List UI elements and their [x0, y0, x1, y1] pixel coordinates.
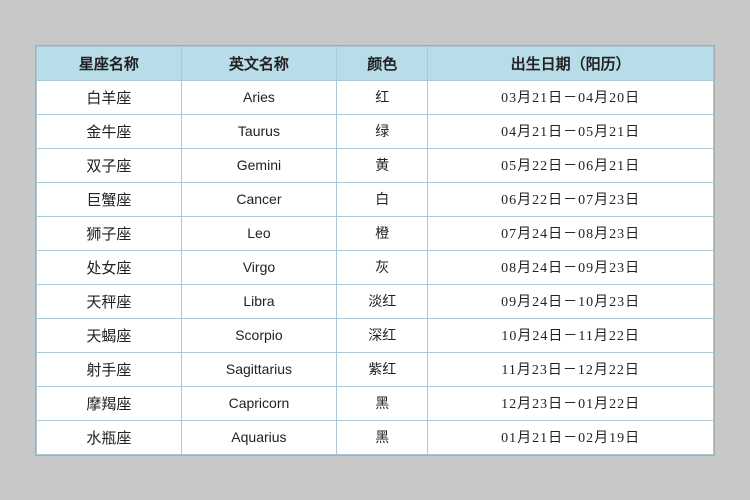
- table-cell: 金牛座: [37, 114, 182, 148]
- table-cell: 绿: [337, 114, 428, 148]
- table-cell: 10月24日－11月22日: [428, 318, 714, 352]
- table-cell: 处女座: [37, 250, 182, 284]
- table-cell: 黑: [337, 420, 428, 454]
- table-cell: 08月24日－09月23日: [428, 250, 714, 284]
- table-cell: Libra: [181, 284, 337, 318]
- table-cell: 06月22日－07月23日: [428, 182, 714, 216]
- zodiac-table-wrapper: 星座名称英文名称颜色出生日期（阳历） 白羊座Aries红03月21日－04月20…: [35, 45, 715, 456]
- table-row: 天蝎座Scorpio深红10月24日－11月22日: [37, 318, 714, 352]
- table-cell: Leo: [181, 216, 337, 250]
- table-row: 白羊座Aries红03月21日－04月20日: [37, 80, 714, 114]
- table-cell: 淡红: [337, 284, 428, 318]
- table-cell: 07月24日－08月23日: [428, 216, 714, 250]
- table-cell: 09月24日－10月23日: [428, 284, 714, 318]
- table-row: 处女座Virgo灰08月24日－09月23日: [37, 250, 714, 284]
- table-header-cell: 出生日期（阳历）: [428, 46, 714, 80]
- table-cell: 黑: [337, 386, 428, 420]
- table-cell: 白: [337, 182, 428, 216]
- zodiac-table: 星座名称英文名称颜色出生日期（阳历） 白羊座Aries红03月21日－04月20…: [36, 46, 714, 455]
- table-cell: 双子座: [37, 148, 182, 182]
- table-cell: 12月23日－01月22日: [428, 386, 714, 420]
- table-cell: 黄: [337, 148, 428, 182]
- table-cell: Aquarius: [181, 420, 337, 454]
- table-cell: Aries: [181, 80, 337, 114]
- table-cell: 射手座: [37, 352, 182, 386]
- table-cell: 04月21日－05月21日: [428, 114, 714, 148]
- table-cell: Virgo: [181, 250, 337, 284]
- table-row: 射手座Sagittarius紫红11月23日－12月22日: [37, 352, 714, 386]
- table-row: 巨蟹座Cancer白06月22日－07月23日: [37, 182, 714, 216]
- table-row: 天秤座Libra淡红09月24日－10月23日: [37, 284, 714, 318]
- table-cell: 红: [337, 80, 428, 114]
- table-cell: 紫红: [337, 352, 428, 386]
- table-body: 白羊座Aries红03月21日－04月20日金牛座Taurus绿04月21日－0…: [37, 80, 714, 454]
- table-cell: Cancer: [181, 182, 337, 216]
- table-cell: 11月23日－12月22日: [428, 352, 714, 386]
- table-cell: 03月21日－04月20日: [428, 80, 714, 114]
- table-cell: 灰: [337, 250, 428, 284]
- table-cell: 白羊座: [37, 80, 182, 114]
- table-cell: 天秤座: [37, 284, 182, 318]
- table-cell: 摩羯座: [37, 386, 182, 420]
- table-row: 水瓶座Aquarius黑01月21日－02月19日: [37, 420, 714, 454]
- table-cell: 深红: [337, 318, 428, 352]
- table-row: 双子座Gemini黄05月22日－06月21日: [37, 148, 714, 182]
- table-cell: 水瓶座: [37, 420, 182, 454]
- table-row: 狮子座Leo橙07月24日－08月23日: [37, 216, 714, 250]
- table-row: 金牛座Taurus绿04月21日－05月21日: [37, 114, 714, 148]
- table-cell: Sagittarius: [181, 352, 337, 386]
- table-header-row: 星座名称英文名称颜色出生日期（阳历）: [37, 46, 714, 80]
- table-header-cell: 颜色: [337, 46, 428, 80]
- table-cell: 05月22日－06月21日: [428, 148, 714, 182]
- table-cell: 天蝎座: [37, 318, 182, 352]
- table-cell: Taurus: [181, 114, 337, 148]
- table-header-cell: 英文名称: [181, 46, 337, 80]
- table-cell: 01月21日－02月19日: [428, 420, 714, 454]
- table-cell: 巨蟹座: [37, 182, 182, 216]
- table-cell: Gemini: [181, 148, 337, 182]
- table-header-cell: 星座名称: [37, 46, 182, 80]
- table-cell: Capricorn: [181, 386, 337, 420]
- table-row: 摩羯座Capricorn黑12月23日－01月22日: [37, 386, 714, 420]
- table-cell: Scorpio: [181, 318, 337, 352]
- table-cell: 狮子座: [37, 216, 182, 250]
- table-cell: 橙: [337, 216, 428, 250]
